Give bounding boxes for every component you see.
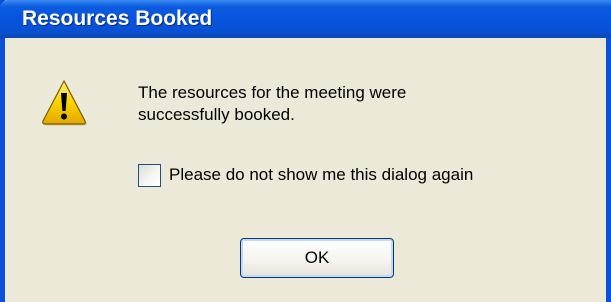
dont-show-again-checkbox[interactable]: [138, 164, 161, 187]
warning-icon: [42, 79, 87, 126]
ok-button[interactable]: OK: [240, 238, 394, 278]
dont-show-again-label[interactable]: Please do not show me this dialog again: [169, 164, 473, 186]
message-line-2: successfully booked.: [138, 105, 295, 124]
message-text: The resources for the meeting were succe…: [138, 82, 558, 126]
dialog-title: Resources Booked: [22, 7, 213, 30]
message-line-1: The resources for the meeting were: [138, 83, 407, 102]
title-bar[interactable]: Resources Booked: [0, 0, 611, 38]
resources-booked-dialog: Resources Booked The resources for the m…: [0, 0, 611, 302]
